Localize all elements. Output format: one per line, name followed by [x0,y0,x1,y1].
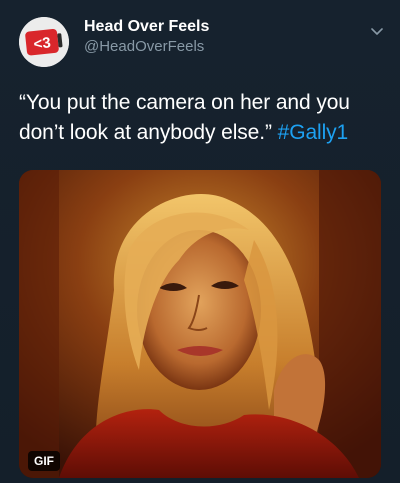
tweet-card: <3 Head Over Feels @HeadOverFeels “You p… [0,0,400,483]
display-name[interactable]: Head Over Feels [84,18,209,36]
gif-still-image [19,170,381,478]
user-handle[interactable]: @HeadOverFeels [84,38,204,55]
avatar[interactable]: <3 [19,17,69,67]
avatar-logo-text: <3 [33,34,52,53]
chevron-down-icon[interactable] [368,22,386,40]
hashtag-link[interactable]: #Gally1 [278,121,349,144]
tweet-text: “You put the camera on her and you don’t… [19,88,385,148]
gif-badge: GIF [28,451,60,471]
heart-logo-icon: <3 [19,17,69,67]
gif-media[interactable]: GIF [19,170,381,478]
